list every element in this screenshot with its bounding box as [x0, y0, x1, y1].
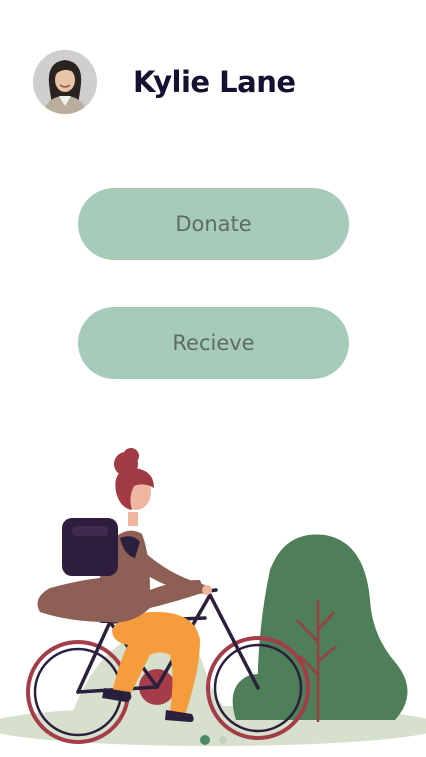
cyclist-illustration [0, 448, 426, 746]
receive-button[interactable]: Recieve [78, 307, 349, 379]
user-name: Kylie Lane [133, 65, 296, 99]
rider-figure [37, 448, 212, 722]
avatar[interactable] [33, 50, 97, 114]
donate-button[interactable]: Donate [78, 188, 349, 260]
page-indicator [0, 734, 426, 746]
page-dot[interactable] [218, 736, 227, 744]
user-photo-icon [33, 50, 97, 114]
page-dot-active[interactable] [199, 735, 210, 745]
